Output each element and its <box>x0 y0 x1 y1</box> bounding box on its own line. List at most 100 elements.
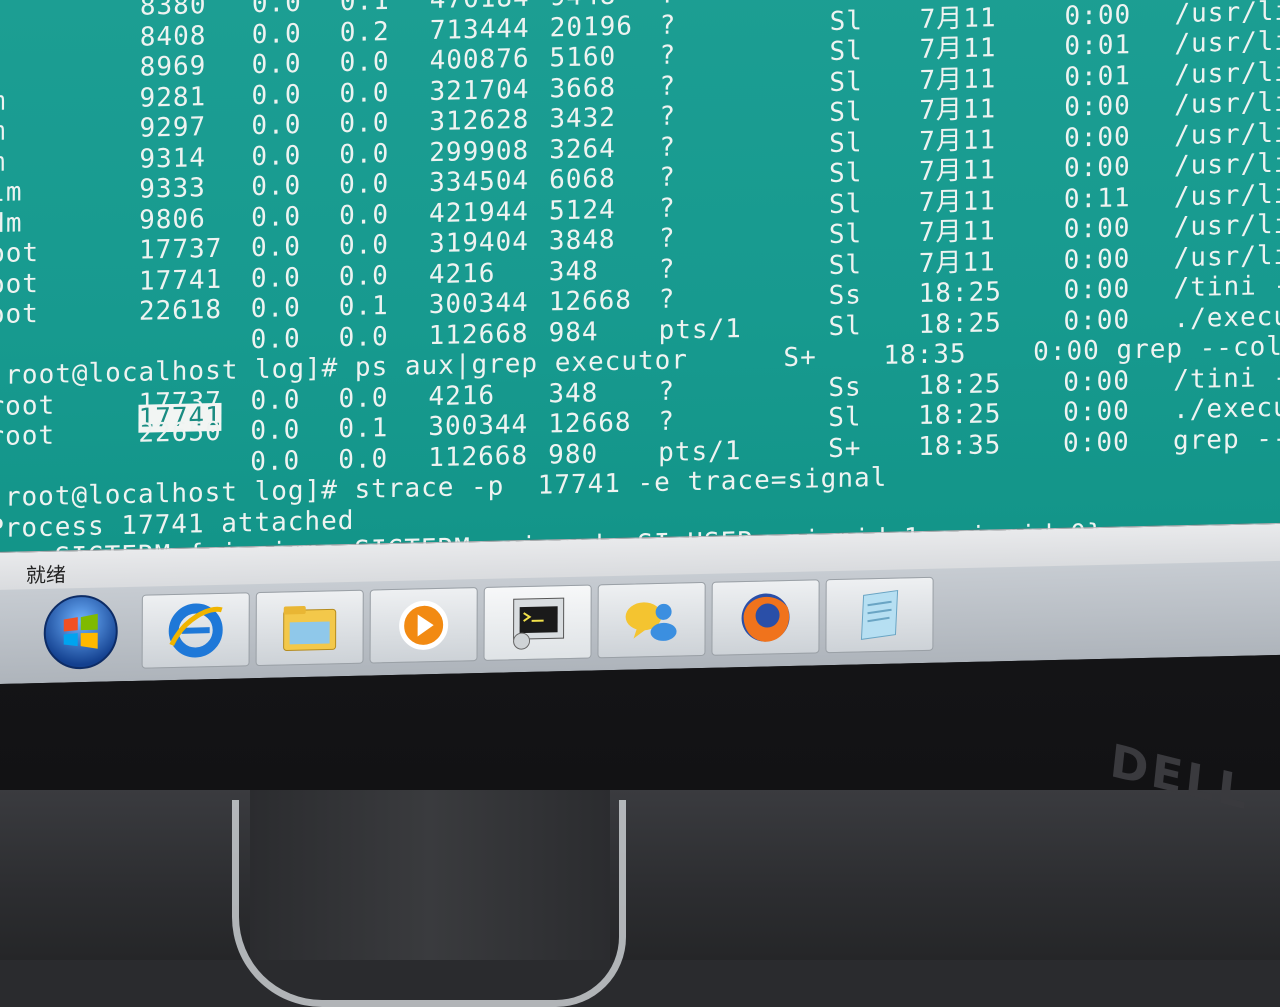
start-button[interactable] <box>28 595 134 670</box>
cell-start: 18:35 <box>918 429 1002 462</box>
cell-cmd: ./executor <box>1173 391 1280 426</box>
cell-stat: Sl <box>829 66 863 98</box>
cell-pid: 8380 <box>139 0 207 22</box>
cell-mem: 0.0 <box>339 199 390 231</box>
cell-time: 0:00 <box>1063 213 1131 245</box>
cell-cmd: /usr/libe <box>1174 117 1280 151</box>
cell-pid: 9806 <box>139 203 206 236</box>
cell-cmd: ./executor <box>1173 299 1280 334</box>
cell-cmd: /usr/li <box>1174 0 1280 29</box>
cell-start: 7月11 <box>919 124 997 157</box>
cell-vsz: 300344 <box>428 287 529 321</box>
cell-vsz: 319404 <box>428 226 529 260</box>
cell-tty: ? <box>659 9 677 41</box>
cell-vsz: 4216 <box>428 258 496 290</box>
cell-stat: Sl <box>829 127 863 159</box>
taskbar-firefox[interactable] <box>711 579 820 656</box>
cell-cmd: /usr/libex <box>1173 208 1280 243</box>
cell-tty: ? <box>659 101 677 132</box>
cell-tty: ? <box>658 192 676 224</box>
terminal-window[interactable]: 83800.00.14701849448?Sl7月110:00/usr/l840… <box>0 0 1280 635</box>
taskbar-terminal[interactable] <box>483 584 592 661</box>
taskbar-notepad[interactable] <box>825 576 934 654</box>
cell-pid: 22618 <box>138 294 223 327</box>
cell-vsz: 312628 <box>429 104 530 138</box>
cell-start: 7月11 <box>919 63 997 96</box>
cell-pid: 17737 <box>139 233 223 266</box>
cell-time: 0:00 <box>1063 274 1131 306</box>
cell-stat: Sl <box>829 5 863 37</box>
cell-start: 7月11 <box>918 216 996 248</box>
cell-tty: ? <box>659 70 677 102</box>
cable <box>232 800 626 1007</box>
cell-cpu: 0.0 <box>251 140 302 172</box>
cell-pid: 9314 <box>139 142 207 175</box>
cell-user: oot <box>0 298 39 331</box>
cell-stat: Ss <box>828 280 863 312</box>
cell-mem: 0.0 <box>339 107 390 140</box>
cell-user: lm <box>0 177 23 209</box>
firefox-icon <box>741 593 790 642</box>
cell-pid: 8408 <box>139 20 207 53</box>
cell-mem: 0.0 <box>339 168 390 201</box>
cell-tty: ? <box>659 131 676 163</box>
cell-time: 0:11 <box>1063 182 1131 215</box>
cell-rss: 3668 <box>549 72 617 104</box>
cell-cpu: 0.0 <box>251 170 302 203</box>
cell-stat: Sl <box>829 158 863 190</box>
screen: 83800.00.14701849448?Sl7月110:00/usr/l840… <box>0 0 1280 685</box>
cell-tty: ? <box>658 223 676 254</box>
cell-mem: 0.0 <box>338 260 389 292</box>
cell-rss: 6068 <box>549 163 616 196</box>
cell-cpu: 0.0 <box>250 323 301 355</box>
start-orb-icon <box>43 595 118 670</box>
cell-stat: Sl <box>830 0 863 6</box>
cell-rss: 980 <box>548 438 599 470</box>
cell-mem: 0.0 <box>338 321 389 353</box>
cell-pid: 9297 <box>139 112 207 144</box>
cell-time: 0:01 <box>1064 60 1132 93</box>
cell-rss: 3264 <box>549 133 616 165</box>
cell-mem: 0.0 <box>339 77 390 109</box>
cell-pid: 9281 <box>139 81 207 114</box>
cell-user: oot <box>0 268 39 300</box>
cell-time: 0:00 <box>1063 365 1130 398</box>
cell-user: m <box>0 86 7 117</box>
taskbar-messenger[interactable] <box>597 581 706 659</box>
cell-vsz: 112668 <box>428 440 529 473</box>
cell-mem: 0.1 <box>338 413 389 445</box>
cell-cpu: 0.0 <box>251 0 302 20</box>
cell-pid: 22650 <box>138 416 222 449</box>
taskbar-ie[interactable] <box>141 592 250 669</box>
cell-mem: 0.0 <box>339 46 390 79</box>
taskbar-media-player[interactable] <box>369 587 478 664</box>
cell-time: 0:00 <box>1064 121 1131 154</box>
cell-start: 7月11 <box>919 33 997 65</box>
cell-cmd: /tini -- ./ <box>1173 270 1280 304</box>
cell-time: 0:01 <box>1064 30 1132 62</box>
cell-time: 0:00 <box>1063 152 1131 184</box>
cell-vsz: 421944 <box>429 196 530 229</box>
cell-time: 0:00 <box>1063 396 1130 428</box>
cell-rss: 5160 <box>549 41 617 74</box>
cell-cpu: 0.0 <box>250 445 301 477</box>
cell-rss: 348 <box>548 255 599 287</box>
file-explorer-icon <box>283 606 337 651</box>
cell-mem: 0.1 <box>338 291 389 323</box>
cell-rss: 3848 <box>548 224 616 257</box>
cell-pid: 17741 <box>138 264 223 297</box>
cell-tty: ? <box>658 406 675 437</box>
taskbar-explorer[interactable] <box>255 589 364 667</box>
cell-stat: Sl <box>828 402 862 434</box>
cell-cpu: 0.0 <box>251 48 302 81</box>
cell-mem: 0.0 <box>339 138 390 170</box>
cell-start: 7月11 <box>919 94 997 126</box>
cell-time: 0:00 <box>1063 426 1130 459</box>
cell-mem: 0.0 <box>338 230 390 262</box>
cell-tty: pts/1 <box>658 313 742 346</box>
desk-surface <box>0 790 1280 960</box>
cell-stat: Sl <box>829 36 863 67</box>
cell-rss: 984 <box>548 316 599 348</box>
internet-explorer-icon <box>168 603 223 658</box>
cell-tty: ? <box>659 162 676 193</box>
